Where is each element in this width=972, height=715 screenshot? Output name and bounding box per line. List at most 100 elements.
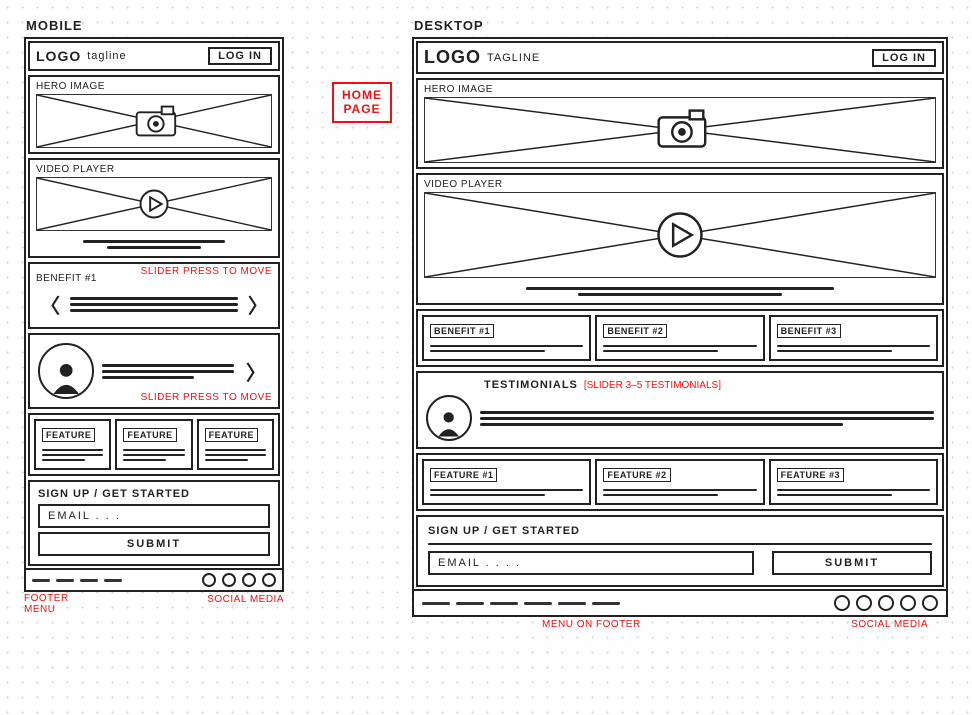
hero-image-placeholder [424, 97, 936, 163]
feature-card[interactable]: FEATURE #1 [422, 459, 591, 505]
mobile-signup: SIGN UP / GET STARTED EMAIL . . . SUBMIT [28, 480, 280, 566]
footer-menu-item[interactable] [524, 602, 552, 605]
signup-title: SIGN UP / GET STARTED [38, 488, 270, 500]
mobile-benefit-slider[interactable]: BENEFIT #1 SLIDER PRESS TO MOVE 〈 〉 [28, 262, 280, 329]
testimonials-annotation: [SLIDER 3–5 TESTIMONIALS] [584, 380, 721, 391]
mobile-testimonial-slider[interactable]: 〉 SLIDER PRESS TO MOVE [28, 333, 280, 409]
feature-title: FEATURE [123, 428, 176, 442]
feature-card[interactable]: FEATURE [197, 419, 274, 470]
desktop-signup: SIGN UP / GET STARTED EMAIL . . . . SUBM… [416, 515, 944, 587]
desktop-label: DESKTOP [414, 18, 948, 33]
mobile-column: MOBILE LOGO tagline LOG IN HERO IMAGE [24, 18, 284, 615]
desktop-column: DESKTOP LOGO TAGLINE LOG IN HERO IMAGE [412, 18, 948, 630]
desktop-testimonials[interactable]: TESTIMONIALS [SLIDER 3–5 TESTIMONIALS] [416, 371, 944, 449]
email-field[interactable]: EMAIL . . . [38, 504, 270, 528]
feature-title: FEATURE #1 [430, 468, 497, 482]
desktop-tagline: TAGLINE [487, 52, 540, 64]
avatar-icon [38, 343, 94, 399]
social-icon[interactable] [878, 595, 894, 611]
desktop-footer [414, 589, 946, 615]
chevron-right-icon[interactable]: 〉 [244, 290, 272, 319]
avatar-icon [426, 395, 472, 441]
mobile-footer-annotations: FOOTER MENU SOCIAL MEDIA [24, 594, 284, 615]
feature-title: FEATURE [42, 428, 95, 442]
social-icon[interactable] [222, 573, 236, 587]
slider-annotation: SLIDER PRESS TO MOVE [141, 392, 272, 403]
social-annotation: SOCIAL MEDIA [207, 594, 284, 615]
benefit-card[interactable]: BENEFIT #3 [769, 315, 938, 361]
camera-icon [425, 98, 935, 162]
mobile-frame: LOGO tagline LOG IN HERO IMAGE [24, 37, 284, 592]
benefit-title: BENEFIT #1 [430, 324, 494, 338]
feature-title: FEATURE #2 [603, 468, 670, 482]
submit-button[interactable]: SUBMIT [38, 532, 270, 556]
footer-menu-item[interactable] [558, 602, 586, 605]
hero-label: HERO IMAGE [36, 81, 272, 92]
benefit-title: BENEFIT #2 [603, 324, 667, 338]
social-icon[interactable] [856, 595, 872, 611]
social-annotation: SOCIAL MEDIA [851, 619, 928, 630]
video-placeholder[interactable] [36, 177, 272, 231]
desktop-benefits-row: BENEFIT #1 BENEFIT #2 BENEFIT #3 [416, 309, 944, 367]
mobile-label: MOBILE [26, 18, 284, 33]
desktop-footer-annotations: MENU ON FOOTER SOCIAL MEDIA [412, 619, 948, 630]
feature-card[interactable]: FEATURE #2 [595, 459, 764, 505]
feature-title: FEATURE [205, 428, 258, 442]
desktop-hero: HERO IMAGE [416, 78, 944, 169]
footer-menu-annotation: FOOTER MENU [24, 594, 69, 615]
footer-menu-item[interactable] [592, 602, 620, 605]
footer-menu-item[interactable] [456, 602, 484, 605]
feature-title: FEATURE #3 [777, 468, 844, 482]
benefit-label: BENEFIT #1 [36, 273, 97, 284]
footer-menu-item[interactable] [422, 602, 450, 605]
mobile-hero: HERO IMAGE [28, 75, 280, 154]
social-icon[interactable] [900, 595, 916, 611]
slider-annotation: SLIDER PRESS TO MOVE [141, 266, 272, 277]
feature-card[interactable]: FEATURE [115, 419, 192, 470]
social-icon[interactable] [202, 573, 216, 587]
footer-menu-item[interactable] [490, 602, 518, 605]
social-icon[interactable] [262, 573, 276, 587]
email-field[interactable]: EMAIL . . . . [428, 551, 754, 575]
login-button[interactable]: LOG IN [208, 47, 272, 65]
video-placeholder[interactable] [424, 192, 936, 278]
social-icon[interactable] [922, 595, 938, 611]
desktop-frame: LOGO TAGLINE LOG IN HERO IMAGE [412, 37, 948, 617]
footer-menu-annotation: MENU ON FOOTER [542, 619, 641, 630]
login-button[interactable]: LOG IN [872, 49, 936, 67]
mobile-footer [26, 568, 282, 590]
chevron-right-icon[interactable]: 〉 [242, 357, 270, 386]
footer-menu-item[interactable] [104, 579, 122, 582]
page-tag: HOME PAGE [332, 82, 392, 123]
benefit-title: BENEFIT #3 [777, 324, 841, 338]
video-label: VIDEO PLAYER [424, 179, 936, 190]
feature-card[interactable]: FEATURE [34, 419, 111, 470]
desktop-header: LOGO TAGLINE LOG IN [416, 41, 944, 74]
mobile-video: VIDEO PLAYER [28, 158, 280, 258]
benefit-card[interactable]: BENEFIT #1 [422, 315, 591, 361]
footer-menu-item[interactable] [80, 579, 98, 582]
social-icon[interactable] [834, 595, 850, 611]
desktop-logo: LOGO [424, 47, 481, 68]
play-icon[interactable] [425, 193, 935, 277]
social-icon[interactable] [242, 573, 256, 587]
mobile-logo: LOGO [36, 48, 81, 64]
benefit-card[interactable]: BENEFIT #2 [595, 315, 764, 361]
hero-label: HERO IMAGE [424, 84, 936, 95]
chevron-left-icon[interactable]: 〈 [36, 290, 64, 319]
signup-title: SIGN UP / GET STARTED [428, 525, 932, 537]
desktop-feature-row: FEATURE #1 FEATURE #2 FEATURE #3 [416, 453, 944, 511]
camera-icon [37, 95, 271, 147]
mobile-feature-row: FEATURE FEATURE FEATURE [28, 413, 280, 476]
submit-button[interactable]: SUBMIT [772, 551, 932, 575]
video-label: VIDEO PLAYER [36, 164, 272, 175]
mobile-tagline: tagline [87, 50, 126, 62]
desktop-video: VIDEO PLAYER [416, 173, 944, 305]
play-icon[interactable] [37, 178, 271, 230]
footer-menu-item[interactable] [56, 579, 74, 582]
feature-card[interactable]: FEATURE #3 [769, 459, 938, 505]
mobile-header: LOGO tagline LOG IN [28, 41, 280, 71]
hero-image-placeholder [36, 94, 272, 148]
testimonials-label: TESTIMONIALS [484, 379, 578, 391]
footer-menu-item[interactable] [32, 579, 50, 582]
